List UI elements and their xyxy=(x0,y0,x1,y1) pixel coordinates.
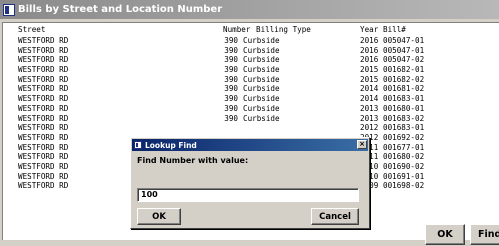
cell-street: WESTFORD RD xyxy=(18,103,69,113)
table-row[interactable]: WESTFORD RD 390 Curbside 2015 001682-01 xyxy=(3,65,499,75)
cell-street: WESTFORD RD xyxy=(18,45,69,55)
dialog-title-bar: Lookup Find × xyxy=(132,139,368,151)
cell-number: 390 xyxy=(224,45,238,55)
cell-billing-type: Curbside xyxy=(243,36,280,45)
cell-street: WESTFORD RD xyxy=(18,74,69,84)
table-row[interactable]: WESTFORD RD 390 Curbside 2016 005047-01 xyxy=(3,46,499,56)
table-row[interactable]: WESTFORD RD 390 Curbside 2013 001680-01 xyxy=(3,104,499,114)
dialog-ok-button[interactable]: OK xyxy=(137,208,181,225)
cell-street: WESTFORD RD xyxy=(18,142,69,152)
cell-bill: 005047-01 xyxy=(383,45,425,55)
cell-bill: 001682-01 xyxy=(383,65,425,75)
cell-billing-type: Curbside xyxy=(243,103,280,113)
cell-year: 2016 xyxy=(360,55,379,65)
cell-street: WESTFORD RD xyxy=(18,181,69,191)
table-row[interactable]: WESTFORD RD 2012 001683-01 xyxy=(3,123,499,133)
cell-number: 390 xyxy=(224,55,238,65)
cell-street: WESTFORD RD xyxy=(18,65,69,75)
cell-street: WESTFORD RD xyxy=(18,171,69,181)
cell-billing-type: Curbside xyxy=(243,74,280,84)
ok-button[interactable]: OK xyxy=(425,224,465,245)
cell-street: WESTFORD RD xyxy=(18,161,69,171)
cell-bill: 001677-01 xyxy=(383,142,425,152)
cell-bill: 001691-01 xyxy=(383,171,425,181)
lookup-find-dialog: Lookup Find × Find Number with value: 10… xyxy=(130,137,370,229)
cell-billing-type: Curbside xyxy=(243,94,280,104)
cell-number: 390 xyxy=(224,103,238,113)
cell-bill: 001683-01 xyxy=(383,94,425,104)
table-row[interactable]: WESTFORD RD 390 Curbside 2014 001683-01 xyxy=(3,94,499,104)
column-header-number[interactable]: Number xyxy=(223,24,250,36)
cell-number: 390 xyxy=(224,113,238,123)
table-row[interactable]: WESTFORD RD 390 Curbside 2015 001682-02 xyxy=(3,75,499,85)
dialog-title: Lookup Find xyxy=(145,140,197,150)
close-icon[interactable]: × xyxy=(357,140,367,149)
column-header-year[interactable]: Year xyxy=(360,24,378,36)
cell-bill: 001683-01 xyxy=(383,123,425,133)
cell-street: WESTFORD RD xyxy=(18,113,69,123)
find-value-input[interactable]: 100 xyxy=(137,188,359,202)
cell-bill: 001680-02 xyxy=(383,152,425,162)
cell-bill: 001682-02 xyxy=(383,74,425,84)
cell-bill: 005047-01 xyxy=(383,36,425,45)
cell-street: WESTFORD RD xyxy=(18,84,69,94)
find-prompt-label: Find Number with value: xyxy=(137,156,249,165)
cell-year: 2015 xyxy=(360,65,379,75)
cell-bill: 001681-02 xyxy=(383,84,425,94)
cell-number: 390 xyxy=(224,74,238,84)
cell-street: WESTFORD RD xyxy=(18,36,69,45)
cell-billing-type: Curbside xyxy=(243,45,280,55)
find-button[interactable]: Find xyxy=(470,224,499,245)
cell-year: 2016 xyxy=(360,36,379,45)
list-header: Street Number Billing Type Year Bill# xyxy=(3,24,499,36)
cell-billing-type: Curbside xyxy=(243,55,280,65)
cell-year: 2014 xyxy=(360,94,379,104)
cell-bill: 001698-02 xyxy=(383,181,425,191)
cell-number: 390 xyxy=(224,36,238,45)
table-row[interactable]: WESTFORD RD 390 Curbside 2016 005047-01 xyxy=(3,36,499,46)
cell-street: WESTFORD RD xyxy=(18,94,69,104)
cell-year: 2015 xyxy=(360,74,379,84)
cell-year: 2013 xyxy=(360,103,379,113)
cell-billing-type: Curbside xyxy=(243,65,280,75)
app-icon xyxy=(3,3,15,16)
dialog-icon xyxy=(134,141,142,149)
cell-bill: 001680-01 xyxy=(383,103,425,113)
cell-year: 2016 xyxy=(360,45,379,55)
cell-number: 390 xyxy=(224,94,238,104)
cell-bill: 001692-02 xyxy=(383,132,425,142)
cell-street: WESTFORD RD xyxy=(18,132,69,142)
cell-year: 2013 xyxy=(360,113,379,123)
cell-bill: 005047-02 xyxy=(383,55,425,65)
cell-bill: 001690-02 xyxy=(383,161,425,171)
column-header-street[interactable]: Street xyxy=(18,24,45,36)
cell-street: WESTFORD RD xyxy=(18,123,69,133)
cell-street: WESTFORD RD xyxy=(18,152,69,162)
cell-street: WESTFORD RD xyxy=(18,55,69,65)
column-header-billing-type[interactable]: Billing Type xyxy=(256,24,311,36)
column-header-bill[interactable]: Bill# xyxy=(383,24,406,36)
cell-number: 390 xyxy=(224,84,238,94)
cell-number: 390 xyxy=(224,65,238,75)
table-row[interactable]: WESTFORD RD 390 Curbside 2013 001683-02 xyxy=(3,114,499,124)
cell-year: 2012 xyxy=(360,123,379,133)
table-row[interactable]: WESTFORD RD 390 Curbside 2014 001681-02 xyxy=(3,84,499,94)
dialog-cancel-button[interactable]: Cancel xyxy=(311,208,359,225)
cell-bill: 001683-02 xyxy=(383,113,425,123)
cell-billing-type: Curbside xyxy=(243,113,280,123)
window-title: Bills by Street and Location Number xyxy=(18,4,223,15)
table-row[interactable]: WESTFORD RD 390 Curbside 2016 005047-02 xyxy=(3,55,499,65)
cell-year: 2014 xyxy=(360,84,379,94)
window-title-bar: Bills by Street and Location Number xyxy=(0,0,499,19)
cell-billing-type: Curbside xyxy=(243,84,280,94)
